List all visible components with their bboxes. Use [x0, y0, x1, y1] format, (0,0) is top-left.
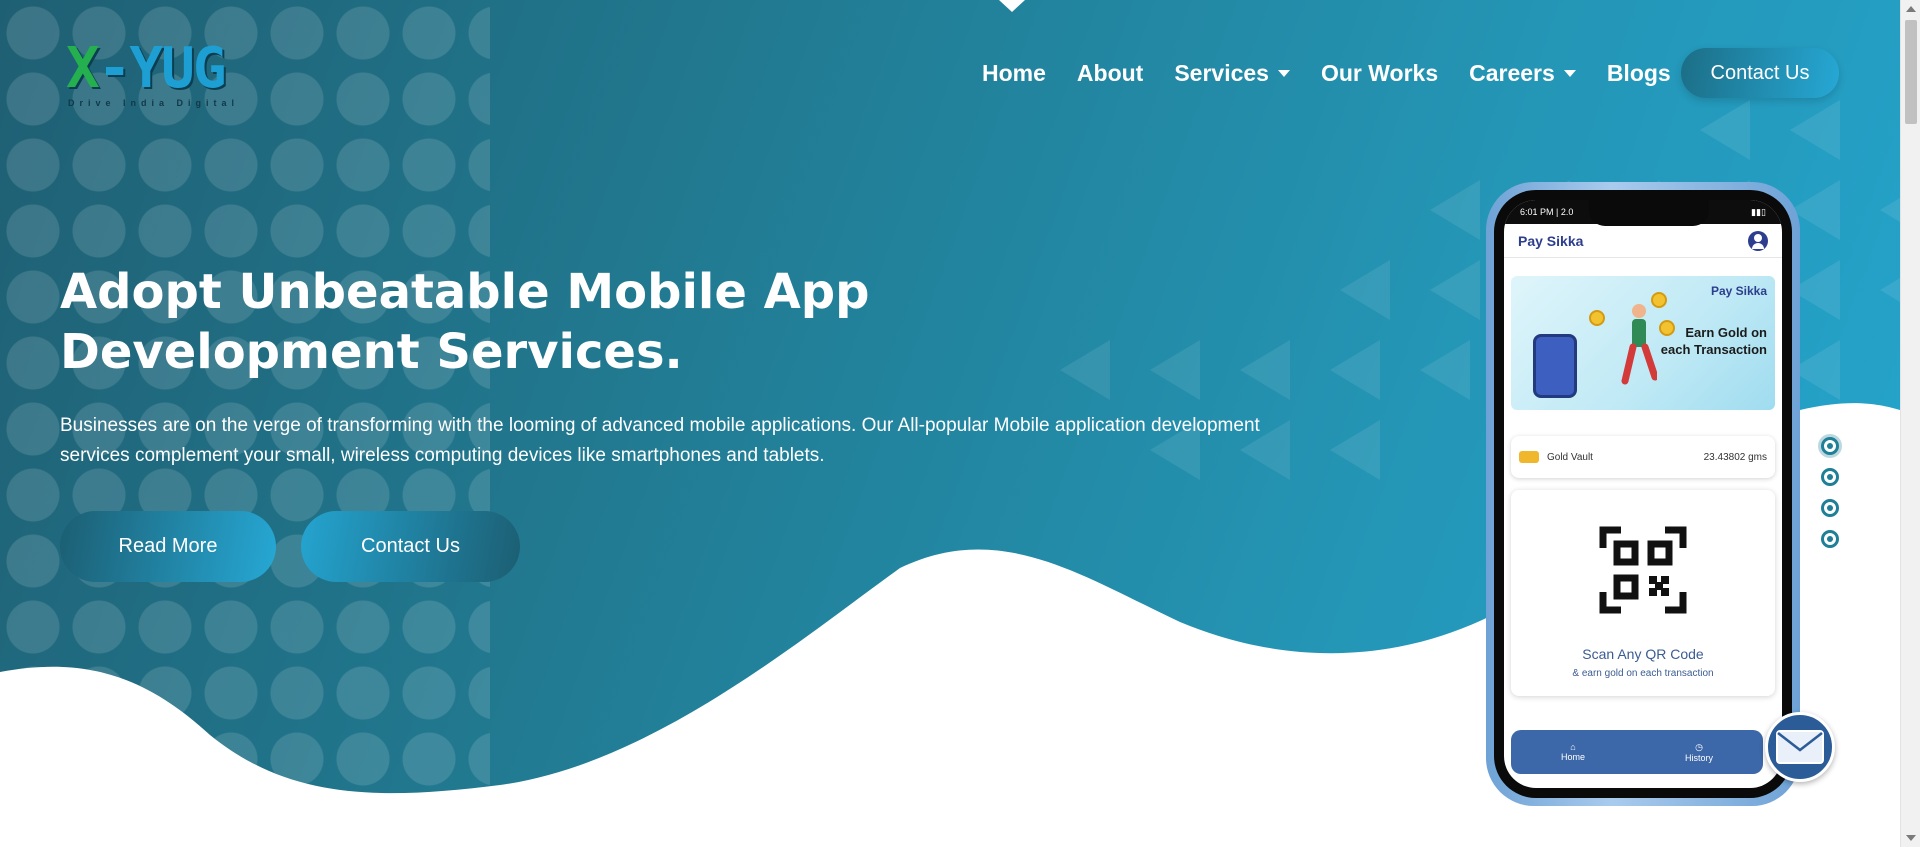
nav-label: About	[1076, 59, 1144, 86]
status-time: 6:01 PM | 2.0	[1520, 207, 1574, 217]
slider-dot-3[interactable]	[1821, 499, 1839, 517]
phone-screen: 6:01 PM | 2.0 ▮▮▯ Pay Sikka Pay Sikka Ea…	[1504, 200, 1782, 788]
slider-dot-1[interactable]	[1821, 437, 1839, 455]
logo-wordmark: X-YUG	[66, 36, 227, 101]
slider-dot-4[interactable]	[1821, 530, 1839, 548]
tab-label: History	[1684, 752, 1713, 763]
qr-title: Scan Any QR Code	[1582, 646, 1704, 662]
slider-dot-2[interactable]	[1821, 468, 1839, 486]
nav-item-home[interactable]: Home	[982, 60, 1046, 87]
vault-label: Gold Vault	[1547, 451, 1593, 463]
chevron-down-icon	[1277, 69, 1290, 77]
mail-fab-button[interactable]	[1765, 712, 1835, 782]
site-logo[interactable]: X-YUG Drive India Digital	[66, 38, 236, 113]
tab-home: ⌂ Home	[1561, 742, 1585, 762]
nav-item-services[interactable]: Services	[1174, 60, 1290, 87]
app-brand: Pay Sikka	[1518, 232, 1584, 249]
phone-bezel: 6:01 PM | 2.0 ▮▮▯ Pay Sikka Pay Sikka Ea…	[1494, 190, 1792, 798]
nav-item-blogs[interactable]: Blogs	[1607, 60, 1671, 87]
nav-label: Services	[1174, 59, 1269, 86]
nav-label: Home	[982, 59, 1046, 86]
logo-tagline: Drive India Digital	[68, 98, 240, 108]
nav-contact-button[interactable]: Contact Us	[1681, 48, 1839, 98]
top-notch	[999, 0, 1025, 12]
phone-notch	[1589, 200, 1709, 226]
coin-icon	[1651, 292, 1667, 308]
hero-description: Businesses are on the verge of transform…	[60, 415, 1260, 466]
hero-headline: Adopt Unbeatable Mobile App Development …	[60, 264, 870, 380]
vault-left: Gold Vault	[1519, 451, 1593, 463]
nav-item-our-works[interactable]: Our Works	[1321, 60, 1438, 87]
envelope-icon	[1776, 730, 1824, 764]
slider-pagination	[1821, 437, 1839, 561]
scroll-down-arrow-icon[interactable]	[1906, 835, 1916, 841]
scroll-up-arrow-icon[interactable]	[1906, 6, 1916, 12]
logo-main-text: -YUG	[97, 36, 227, 101]
page-scrollbar[interactable]	[1900, 0, 1920, 847]
qr-card: Scan Any QR Code & earn gold on each tra…	[1511, 490, 1775, 696]
chevron-down-icon	[1563, 69, 1576, 77]
phone-mockup: 6:01 PM | 2.0 ▮▮▯ Pay Sikka Pay Sikka Ea…	[1486, 182, 1800, 806]
clock-icon: ◷	[1695, 741, 1703, 752]
nav-label: Our Works	[1320, 59, 1439, 86]
coin-icon	[1589, 310, 1605, 326]
promo-banner: Pay Sikka Earn Gold on each Transaction	[1511, 276, 1775, 410]
nav-label: Blogs	[1606, 59, 1671, 86]
tab-label: Home	[1560, 752, 1585, 762]
qr-code-icon	[1599, 526, 1687, 614]
hero-contact-button[interactable]: Contact Us	[301, 511, 520, 582]
app-header: Pay Sikka	[1504, 224, 1782, 258]
coin-icon	[1659, 320, 1675, 336]
logo-x: X	[66, 36, 100, 101]
qr-subtitle: & earn gold on each transaction	[1572, 668, 1714, 679]
vault-value: 23.43802 gms	[1703, 451, 1767, 463]
nav-label: Careers	[1469, 59, 1555, 86]
app-tabbar: ⌂ Home ◷ History	[1511, 730, 1763, 774]
gold-vault-card: Gold Vault 23.43802 gms	[1511, 436, 1775, 478]
gold-icon	[1519, 451, 1539, 463]
read-more-button[interactable]: Read More	[60, 511, 276, 582]
nav-item-careers[interactable]: Careers	[1469, 60, 1576, 87]
phone-illustration	[1533, 334, 1577, 398]
banner-brand: Pay Sikka	[1710, 284, 1767, 298]
battery-icon: ▮▮▯	[1751, 206, 1766, 217]
nav-item-about[interactable]: About	[1077, 60, 1143, 87]
main-nav: Home About Services Our Works Careers Bl…	[982, 58, 1702, 88]
person-illustration	[1621, 304, 1657, 385]
tab-history: ◷ History	[1685, 742, 1713, 763]
home-icon: ⌂	[1570, 742, 1576, 752]
scroll-thumb[interactable]	[1905, 20, 1917, 124]
user-icon	[1748, 230, 1768, 251]
